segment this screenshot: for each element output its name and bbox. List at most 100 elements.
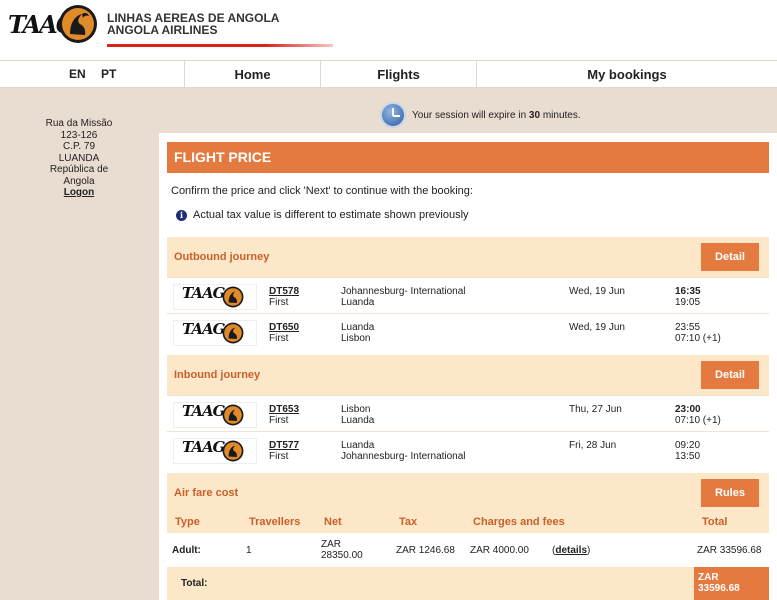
fare-header: Air fare cost Rules — [167, 473, 769, 511]
flight-departure: 09:20 — [675, 440, 701, 451]
fare-net-value: 28350.00 — [321, 550, 363, 561]
flight-airline-logo: TAAG — [173, 438, 257, 464]
lang-pt-link[interactable]: PT — [101, 61, 116, 88]
logon-link[interactable]: Logon — [0, 187, 158, 199]
nav-home[interactable]: Home — [184, 61, 320, 88]
antelope-emblem-icon — [222, 404, 244, 426]
fare-total: ZAR 33596.68 — [697, 545, 762, 556]
fare-net: ZAR 28350.00 — [321, 539, 363, 561]
session-prefix: Your session will expire in — [412, 109, 529, 121]
session-minutes: 30 — [528, 109, 541, 121]
flight-class: First — [269, 415, 289, 426]
outbound-detail-button[interactable]: Detail — [701, 243, 759, 271]
outbound-title: Outbound journey — [174, 251, 270, 263]
flight-airline-logo: TAAG — [173, 284, 257, 310]
address-line: C.P. 79 — [62, 141, 96, 152]
flight-from: Luanda — [341, 322, 375, 333]
flight-arrival: 07:10 (+1) — [675, 333, 721, 344]
page-title: FLIGHT PRICE — [167, 142, 769, 173]
clock-icon — [380, 102, 406, 128]
flight-date: Wed, 19 Jun — [569, 322, 625, 333]
fare-net-currency: ZAR — [321, 539, 341, 550]
flight-number-link[interactable]: DT578 — [269, 286, 299, 297]
flight-arrival: 13:50 — [675, 451, 701, 462]
nav-my-bookings[interactable]: My bookings — [476, 61, 777, 88]
antelope-emblem-icon[interactable] — [58, 4, 98, 44]
airline-name-line2: ANGOLA AIRLINES — [107, 23, 218, 37]
flight-departure: 16:35 — [675, 286, 701, 297]
address-line: Angola — [63, 175, 95, 187]
nav-flights[interactable]: Flights — [320, 61, 476, 88]
total-currency: ZAR — [698, 572, 719, 583]
instruction-text: Confirm the price and click 'Next' to co… — [171, 185, 473, 197]
flight-row: TAAG DT653 First Lisbon Luanda Thu, 27 Jun… — [167, 395, 769, 431]
fare-charges: ZAR 4000.00 — [470, 545, 529, 556]
outbound-header: Outbound journey Detail — [167, 237, 769, 277]
tax-note: i Actual tax value is different to estim… — [176, 209, 469, 221]
col-net: Net — [324, 516, 342, 528]
inbound-title: Inbound journey — [174, 369, 261, 381]
flight-row: TAAG DT577 First Luanda Johannesburg- Inte… — [167, 431, 769, 467]
fare-type: Adult: — [172, 545, 201, 556]
total-row: Total: ZAR 33596.68 — [167, 567, 769, 600]
flight-date: Wed, 19 Jun — [569, 286, 625, 297]
site-header: TAAG LINHAS AEREAS DE ANGOLA ANGOLA AIRL… — [0, 0, 777, 60]
flight-airline-logo: TAAG — [173, 402, 257, 428]
col-charges: Charges and fees — [473, 516, 565, 528]
total-value: 33596.68 — [698, 583, 740, 594]
flight-date: Thu, 27 Jun — [569, 404, 622, 415]
flight-from: Lisbon — [341, 404, 371, 415]
main-nav: EN PT Home Flights My bookings — [0, 60, 777, 88]
fare-details: (details) — [552, 545, 590, 556]
antelope-emblem-icon — [222, 440, 244, 462]
inbound-detail-button[interactable]: Detail — [701, 361, 759, 389]
flight-class: First — [269, 333, 289, 344]
fare-table-header: Type Travellers Net Tax Charges and fees… — [167, 511, 769, 533]
flight-number-link[interactable]: DT650 — [269, 322, 299, 333]
fare-title: Air fare cost — [174, 487, 239, 499]
address-line: LUANDA — [58, 152, 100, 164]
flight-class: First — [269, 297, 289, 308]
fare-row-adult: Adult: 1 ZAR 28350.00 ZAR 1246.68 ZAR 400… — [167, 533, 769, 567]
col-travellers: Travellers — [249, 516, 301, 528]
total-amount: ZAR 33596.68 — [694, 567, 769, 600]
flight-arrival: 07:10 (+1) — [675, 415, 721, 426]
address-line: Rua da Missão — [45, 118, 113, 129]
flight-departure: 23:55 — [675, 322, 701, 333]
flight-class: First — [269, 451, 289, 462]
main-content: FLIGHT PRICE Confirm the price and click… — [159, 133, 777, 600]
flight-to: Luanda — [341, 297, 375, 308]
flight-to: Luanda — [341, 415, 375, 426]
flight-airline-logo: TAAG — [173, 320, 257, 346]
details-link[interactable]: details — [555, 545, 587, 556]
session-suffix: minutes. — [540, 109, 581, 121]
fare-tax: ZAR 1246.68 — [396, 545, 455, 556]
flight-from: Johannesburg- International — [341, 286, 466, 297]
info-icon: i — [176, 209, 187, 221]
flight-number-link[interactable]: DT577 — [269, 440, 299, 451]
header-divider — [107, 44, 333, 47]
flight-row: TAAG DT650 First Luanda Lisbon Wed, 19 Jun… — [167, 313, 769, 349]
col-total: Total — [702, 516, 728, 528]
address-line: 123-126 — [60, 129, 98, 141]
col-type: Type — [175, 516, 200, 528]
flight-row: TAAG DT578 First Johannesburg- Internatio… — [167, 277, 769, 313]
flight-date: Fri, 28 Jun — [569, 440, 617, 451]
session-notice: Your session will expire in 30 minutes. — [380, 102, 581, 128]
fare-travellers: 1 — [246, 545, 252, 556]
flight-from: Luanda — [341, 440, 375, 451]
antelope-emblem-icon — [222, 322, 244, 344]
rules-button[interactable]: Rules — [701, 479, 759, 507]
flight-departure: 23:00 — [675, 404, 701, 415]
flight-to: Lisbon — [341, 333, 371, 344]
flight-arrival: 19:05 — [675, 297, 701, 308]
flight-number-link[interactable]: DT653 — [269, 404, 299, 415]
col-tax: Tax — [399, 516, 418, 528]
address-line: República de — [49, 164, 109, 175]
sidebar-address: Rua da Missão 123-126 C.P. 79 LUANDA Rep… — [0, 88, 158, 600]
inbound-header: Inbound journey Detail — [167, 355, 769, 395]
flight-to: Johannesburg- International — [341, 451, 466, 462]
lang-en-link[interactable]: EN — [69, 61, 86, 88]
antelope-emblem-icon — [222, 286, 244, 308]
total-label: Total: — [181, 578, 208, 589]
